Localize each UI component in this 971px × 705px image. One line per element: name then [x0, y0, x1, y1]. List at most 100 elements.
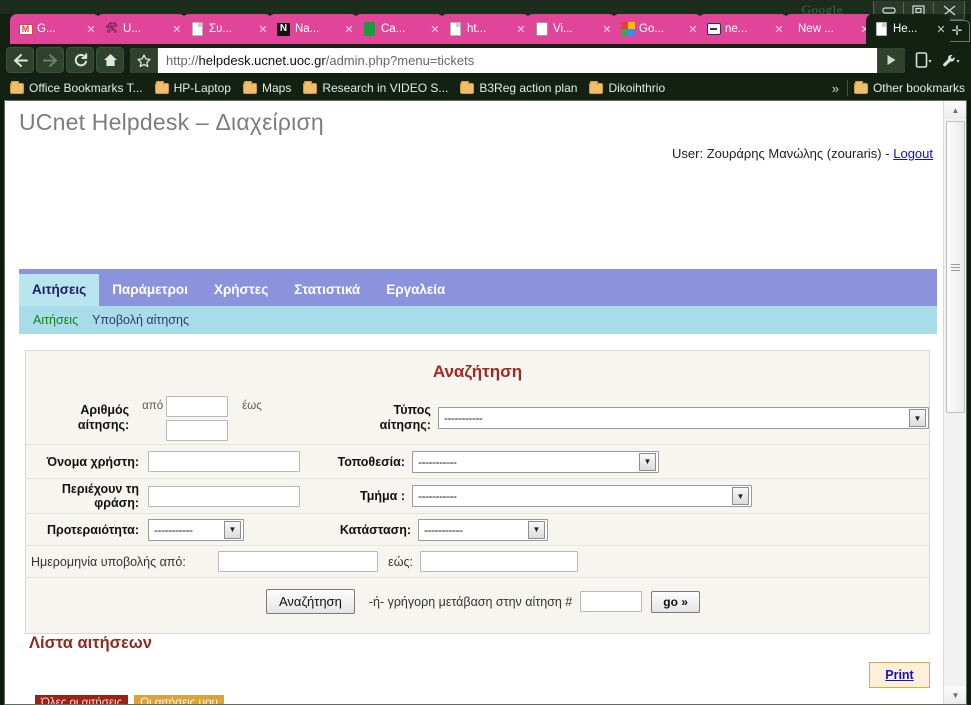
page-scrollbar[interactable]: ▲ ▼ [943, 101, 966, 704]
subnav-item-ypovoli-aitisis[interactable]: Υποβολή αίτησης [92, 313, 189, 327]
n-logo-icon: N [276, 22, 291, 37]
chevron-down-icon[interactable]: ▼ [732, 487, 749, 505]
go-button[interactable] [877, 47, 905, 73]
user-info-line: User: Ζουράρης Μανώλης (zouraris) - Logo… [672, 146, 933, 161]
tab-ergaleia[interactable]: Εργαλεία [373, 274, 458, 306]
search-submit-button[interactable]: Αναζήτηση [266, 589, 355, 614]
home-button[interactable] [96, 47, 124, 73]
subnav-item-aitiseis[interactable]: Αιτήσεις [33, 313, 78, 327]
close-icon[interactable]: ✕ [774, 23, 784, 36]
bookmark-item[interactable]: HP-Laptop [149, 80, 237, 95]
tab-title: New ... [798, 23, 834, 35]
bookmark-item[interactable]: Dikoihthrio [583, 80, 671, 95]
bookmark-label: B3Reg action plan [479, 81, 578, 95]
close-icon[interactable]: ✕ [86, 23, 96, 36]
date-to-input[interactable] [420, 551, 578, 572]
close-icon[interactable]: ✕ [344, 23, 354, 36]
print-button[interactable]: Print [869, 662, 930, 688]
quick-jump-go-button[interactable]: go » [651, 590, 700, 613]
bookmark-item[interactable]: Office Bookmarks T... [4, 80, 149, 95]
department-select[interactable]: ----------- ▼ [412, 485, 752, 507]
tab-parametroi[interactable]: Παράμετροι [99, 274, 201, 306]
request-type-select[interactable]: ----------- ▼ [437, 407, 930, 429]
date-to-label: εώς: [388, 554, 413, 569]
browser-tab-8[interactable]: Go... ✕ [612, 14, 702, 44]
username-input[interactable] [148, 451, 300, 472]
bookmark-label: Maps [261, 81, 292, 95]
close-icon[interactable]: ✕ [258, 23, 268, 36]
page-title: UCnet Helpdesk – Διαχείριση [19, 109, 324, 135]
page-menu-icon[interactable] [911, 47, 937, 73]
date-from-input[interactable] [218, 551, 378, 572]
user-separator: - [885, 146, 890, 161]
close-icon[interactable]: ✕ [688, 23, 698, 36]
reload-button[interactable] [66, 47, 94, 73]
location-value: ----------- [418, 454, 457, 469]
scroll-up-button[interactable]: ▲ [944, 101, 966, 119]
address-bar[interactable]: http://helpdesk.ucnet.uoc.gr/admin.php?m… [130, 47, 905, 73]
priority-select[interactable]: ----------- ▼ [148, 518, 244, 541]
filter-tab-all-requests[interactable]: Όλες οι αιτήσεις [35, 695, 129, 704]
tab-title: ne... [725, 23, 748, 35]
close-icon[interactable]: ✕ [430, 23, 440, 36]
bookmark-item[interactable]: B3Reg action plan [454, 80, 583, 95]
url-scheme: http:// [166, 52, 199, 68]
close-icon[interactable]: ✕ [602, 23, 612, 36]
wrench-menu-icon[interactable] [939, 47, 965, 73]
browser-tab-2[interactable]: 🛠 U... ✕ [96, 14, 186, 44]
search-panel: Αναζήτηση Αριθμός αίτησης: από έως Τύπος… [25, 350, 930, 634]
url-text[interactable]: http://helpdesk.ucnet.uoc.gr/admin.php?m… [158, 53, 877, 68]
close-icon[interactable]: ✕ [936, 23, 946, 36]
tab-statistika[interactable]: Στατιστικά [281, 274, 373, 306]
request-type-label: Τύπος αίτησης: [379, 403, 431, 432]
forward-button[interactable] [36, 47, 64, 73]
request-number-from-input[interactable] [166, 396, 229, 417]
status-value: ----------- [424, 522, 463, 537]
quick-jump-input[interactable] [580, 591, 643, 612]
tab-title: Na... [295, 23, 320, 35]
bookmark-star-icon[interactable] [130, 47, 158, 73]
bookmark-item[interactable]: Research in VIDEO S... [297, 80, 454, 95]
back-button[interactable] [6, 47, 34, 73]
other-bookmarks-folder[interactable]: Other bookmarks [848, 80, 971, 95]
to-label: έως [242, 400, 262, 412]
bookmark-item[interactable]: Maps [237, 80, 297, 95]
request-number-to-input[interactable] [166, 420, 229, 441]
request-type-value: ----------- [443, 411, 483, 425]
tab-title: Go... [639, 23, 664, 35]
user-name: Ζουράρης Μανώλης (zouraris) [706, 146, 882, 161]
tab-aitiseis[interactable]: Αιτήσεις [19, 274, 100, 306]
scrollbar-thumb[interactable] [946, 121, 965, 413]
chevron-down-icon[interactable]: ▼ [639, 452, 656, 471]
browser-tab-5[interactable]: Ca... ✕ [354, 14, 444, 44]
status-select[interactable]: ----------- ▼ [418, 518, 548, 541]
phrase-input[interactable] [148, 485, 300, 507]
chevron-down-icon[interactable]: ▼ [528, 520, 545, 539]
tab-xristes[interactable]: Χρήστες [201, 274, 281, 306]
bookmarks-overflow-icon[interactable]: » [824, 81, 847, 96]
close-icon[interactable]: ✕ [172, 23, 182, 36]
browser-tab-10[interactable]: New ... ✕ [784, 14, 874, 44]
browser-tab-11-active[interactable]: He... ✕ [866, 14, 950, 44]
chevron-down-icon[interactable]: ▼ [909, 409, 927, 427]
browser-tab-1[interactable]: M G... ✕ [10, 14, 100, 44]
scroll-down-button[interactable]: ▼ [944, 686, 966, 704]
location-select[interactable]: ----------- ▼ [412, 450, 659, 473]
tab-strip: M G... ✕ 🛠 U... ✕ Συ... ✕ N Na... ✕ Ca..… [0, 14, 971, 44]
browser-tab-7[interactable]: Vi... ✕ [526, 14, 616, 44]
green-book-icon [362, 22, 377, 37]
browser-tab-3[interactable]: Συ... ✕ [182, 14, 272, 44]
logout-link[interactable]: Logout [893, 146, 933, 161]
department-value: ----------- [418, 489, 457, 503]
browser-tab-6[interactable]: ht... ✕ [440, 14, 530, 44]
close-icon[interactable]: ✕ [516, 23, 526, 36]
filter-tab-my-requests[interactable]: Οι αιτήσεις μου [134, 695, 224, 704]
print-link[interactable]: Print [885, 668, 913, 682]
browser-navigation-bar: http://helpdesk.ucnet.uoc.gr/admin.php?m… [0, 44, 971, 76]
main-nav-tabs: Αιτήσεις Παράμετροι Χρήστες Στατιστικά Ε… [19, 269, 937, 306]
status-label: Κατάσταση: [339, 522, 411, 537]
browser-tab-9[interactable]: ne... ✕ [698, 14, 788, 44]
chevron-down-icon[interactable]: ▼ [224, 520, 241, 539]
tab-title: He... [893, 23, 918, 35]
browser-tab-4[interactable]: N Na... ✕ [268, 14, 358, 44]
